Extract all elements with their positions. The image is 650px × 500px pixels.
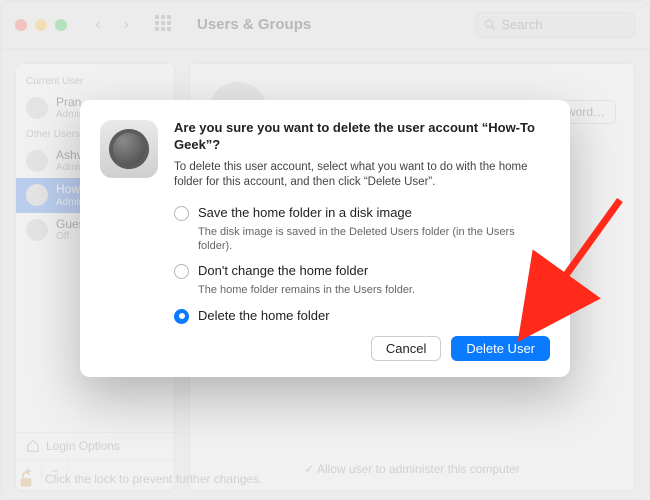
gear-icon — [109, 129, 149, 169]
radio-button-checked[interactable] — [174, 309, 189, 324]
option-label: Save the home folder in a disk image — [198, 205, 412, 220]
delete-user-dialog: Are you sure you want to delete the user… — [80, 100, 570, 377]
dialog-subtitle: To delete this user account, select what… — [174, 160, 550, 191]
option-label: Don't change the home folder — [198, 263, 368, 278]
option-dont-change[interactable]: Don't change the home folder — [174, 263, 550, 279]
radio-button[interactable] — [174, 206, 189, 221]
option-label: Delete the home folder — [198, 308, 330, 323]
option-desc: The disk image is saved in the Deleted U… — [198, 225, 550, 254]
cancel-button[interactable]: Cancel — [371, 336, 441, 361]
option-save-disk-image[interactable]: Save the home folder in a disk image — [174, 205, 550, 221]
radio-button[interactable] — [174, 264, 189, 279]
option-desc: The home folder remains in the Users fol… — [198, 283, 550, 297]
dialog-title: Are you sure you want to delete the user… — [174, 120, 550, 154]
option-delete-folder[interactable]: Delete the home folder — [174, 308, 550, 324]
delete-user-button[interactable]: Delete User — [451, 336, 550, 361]
system-preferences-icon — [100, 120, 158, 178]
